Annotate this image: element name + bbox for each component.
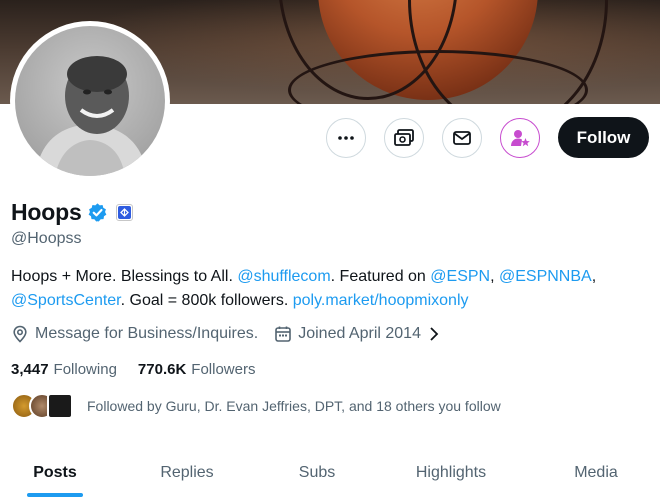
tab-posts[interactable]: Posts bbox=[0, 448, 110, 497]
profile-actions: Follow bbox=[326, 117, 649, 158]
followed-by[interactable]: Followed by Guru, Dr. Evan Jeffries, DPT… bbox=[11, 393, 501, 419]
following-label: Following bbox=[53, 361, 117, 378]
chevron-right-icon[interactable] bbox=[427, 326, 441, 342]
profile-tabs: Posts Replies Subs Highlights Media bbox=[0, 448, 660, 497]
bio-text: . Featured on bbox=[330, 268, 431, 285]
mention-espn[interactable]: @ESPN bbox=[430, 268, 490, 285]
tab-label: Highlights bbox=[415, 463, 487, 481]
tab-replies[interactable]: Replies bbox=[110, 448, 264, 497]
followers-link[interactable]: 770.6K Followers bbox=[138, 361, 256, 378]
bio-separator: , bbox=[591, 268, 597, 285]
bio-separator: , bbox=[490, 268, 499, 285]
location-pin-icon bbox=[13, 325, 27, 343]
followers-count: 770.6K bbox=[137, 361, 187, 378]
profile-name-row: Hoops bbox=[11, 199, 133, 226]
user-handle: @Hoopss bbox=[11, 230, 82, 247]
basketball-image bbox=[278, 0, 608, 104]
message-button[interactable] bbox=[442, 117, 482, 158]
mention-sportscenter[interactable]: @SportsCenter bbox=[11, 292, 121, 309]
more-icon bbox=[338, 135, 354, 140]
subscribe-button[interactable] bbox=[500, 117, 540, 158]
follower-avatar bbox=[47, 393, 73, 419]
location-text: Message for Business/Inquires. bbox=[35, 325, 259, 342]
tab-highlights[interactable]: Highlights bbox=[370, 448, 532, 497]
follow-button[interactable]: Follow bbox=[558, 117, 649, 158]
envelope-icon bbox=[453, 130, 471, 145]
display-name: Hoops bbox=[11, 199, 82, 225]
tip-button[interactable] bbox=[384, 117, 424, 158]
profile-avatar[interactable] bbox=[10, 21, 170, 181]
following-link[interactable]: 3,447 Following bbox=[11, 361, 117, 378]
profile-meta: Message for Business/Inquires. Joined Ap… bbox=[11, 325, 441, 343]
tab-media[interactable]: Media bbox=[532, 448, 660, 497]
active-tab-indicator bbox=[27, 493, 83, 497]
bio-text: Hoops + More. Blessings to All. bbox=[11, 268, 238, 285]
affiliate-badge-icon[interactable] bbox=[115, 204, 133, 221]
calendar-icon bbox=[275, 326, 292, 342]
bio-text: . Goal = 800k followers. bbox=[120, 292, 293, 309]
following-count: 3,447 bbox=[11, 361, 49, 378]
tab-label: Subs bbox=[298, 463, 336, 481]
profile-bio: Hoops + More. Blessings to All. @shuffle… bbox=[11, 265, 651, 313]
more-button[interactable] bbox=[326, 117, 366, 158]
bio-link[interactable]: poly.market/hoopmixonly bbox=[293, 292, 469, 309]
tab-label: Media bbox=[574, 463, 618, 481]
mention-espnnba[interactable]: @ESPNNBA bbox=[499, 268, 592, 285]
joined-date: Joined April 2014 bbox=[298, 325, 421, 342]
money-icon bbox=[394, 128, 414, 146]
followed-by-text: Followed by Guru, Dr. Evan Jeffries, DPT… bbox=[87, 398, 501, 414]
verified-badge-icon[interactable] bbox=[87, 202, 108, 223]
tab-label: Posts bbox=[33, 463, 77, 481]
subscribe-person-star-icon bbox=[511, 129, 530, 146]
tab-subs[interactable]: Subs bbox=[264, 448, 370, 497]
followers-label: Followers bbox=[191, 361, 256, 378]
mention-shufflecom[interactable]: @shufflecom bbox=[237, 268, 330, 285]
profile-stats: 3,447 Following 770.6K Followers bbox=[11, 361, 276, 378]
tab-label: Replies bbox=[160, 463, 214, 481]
